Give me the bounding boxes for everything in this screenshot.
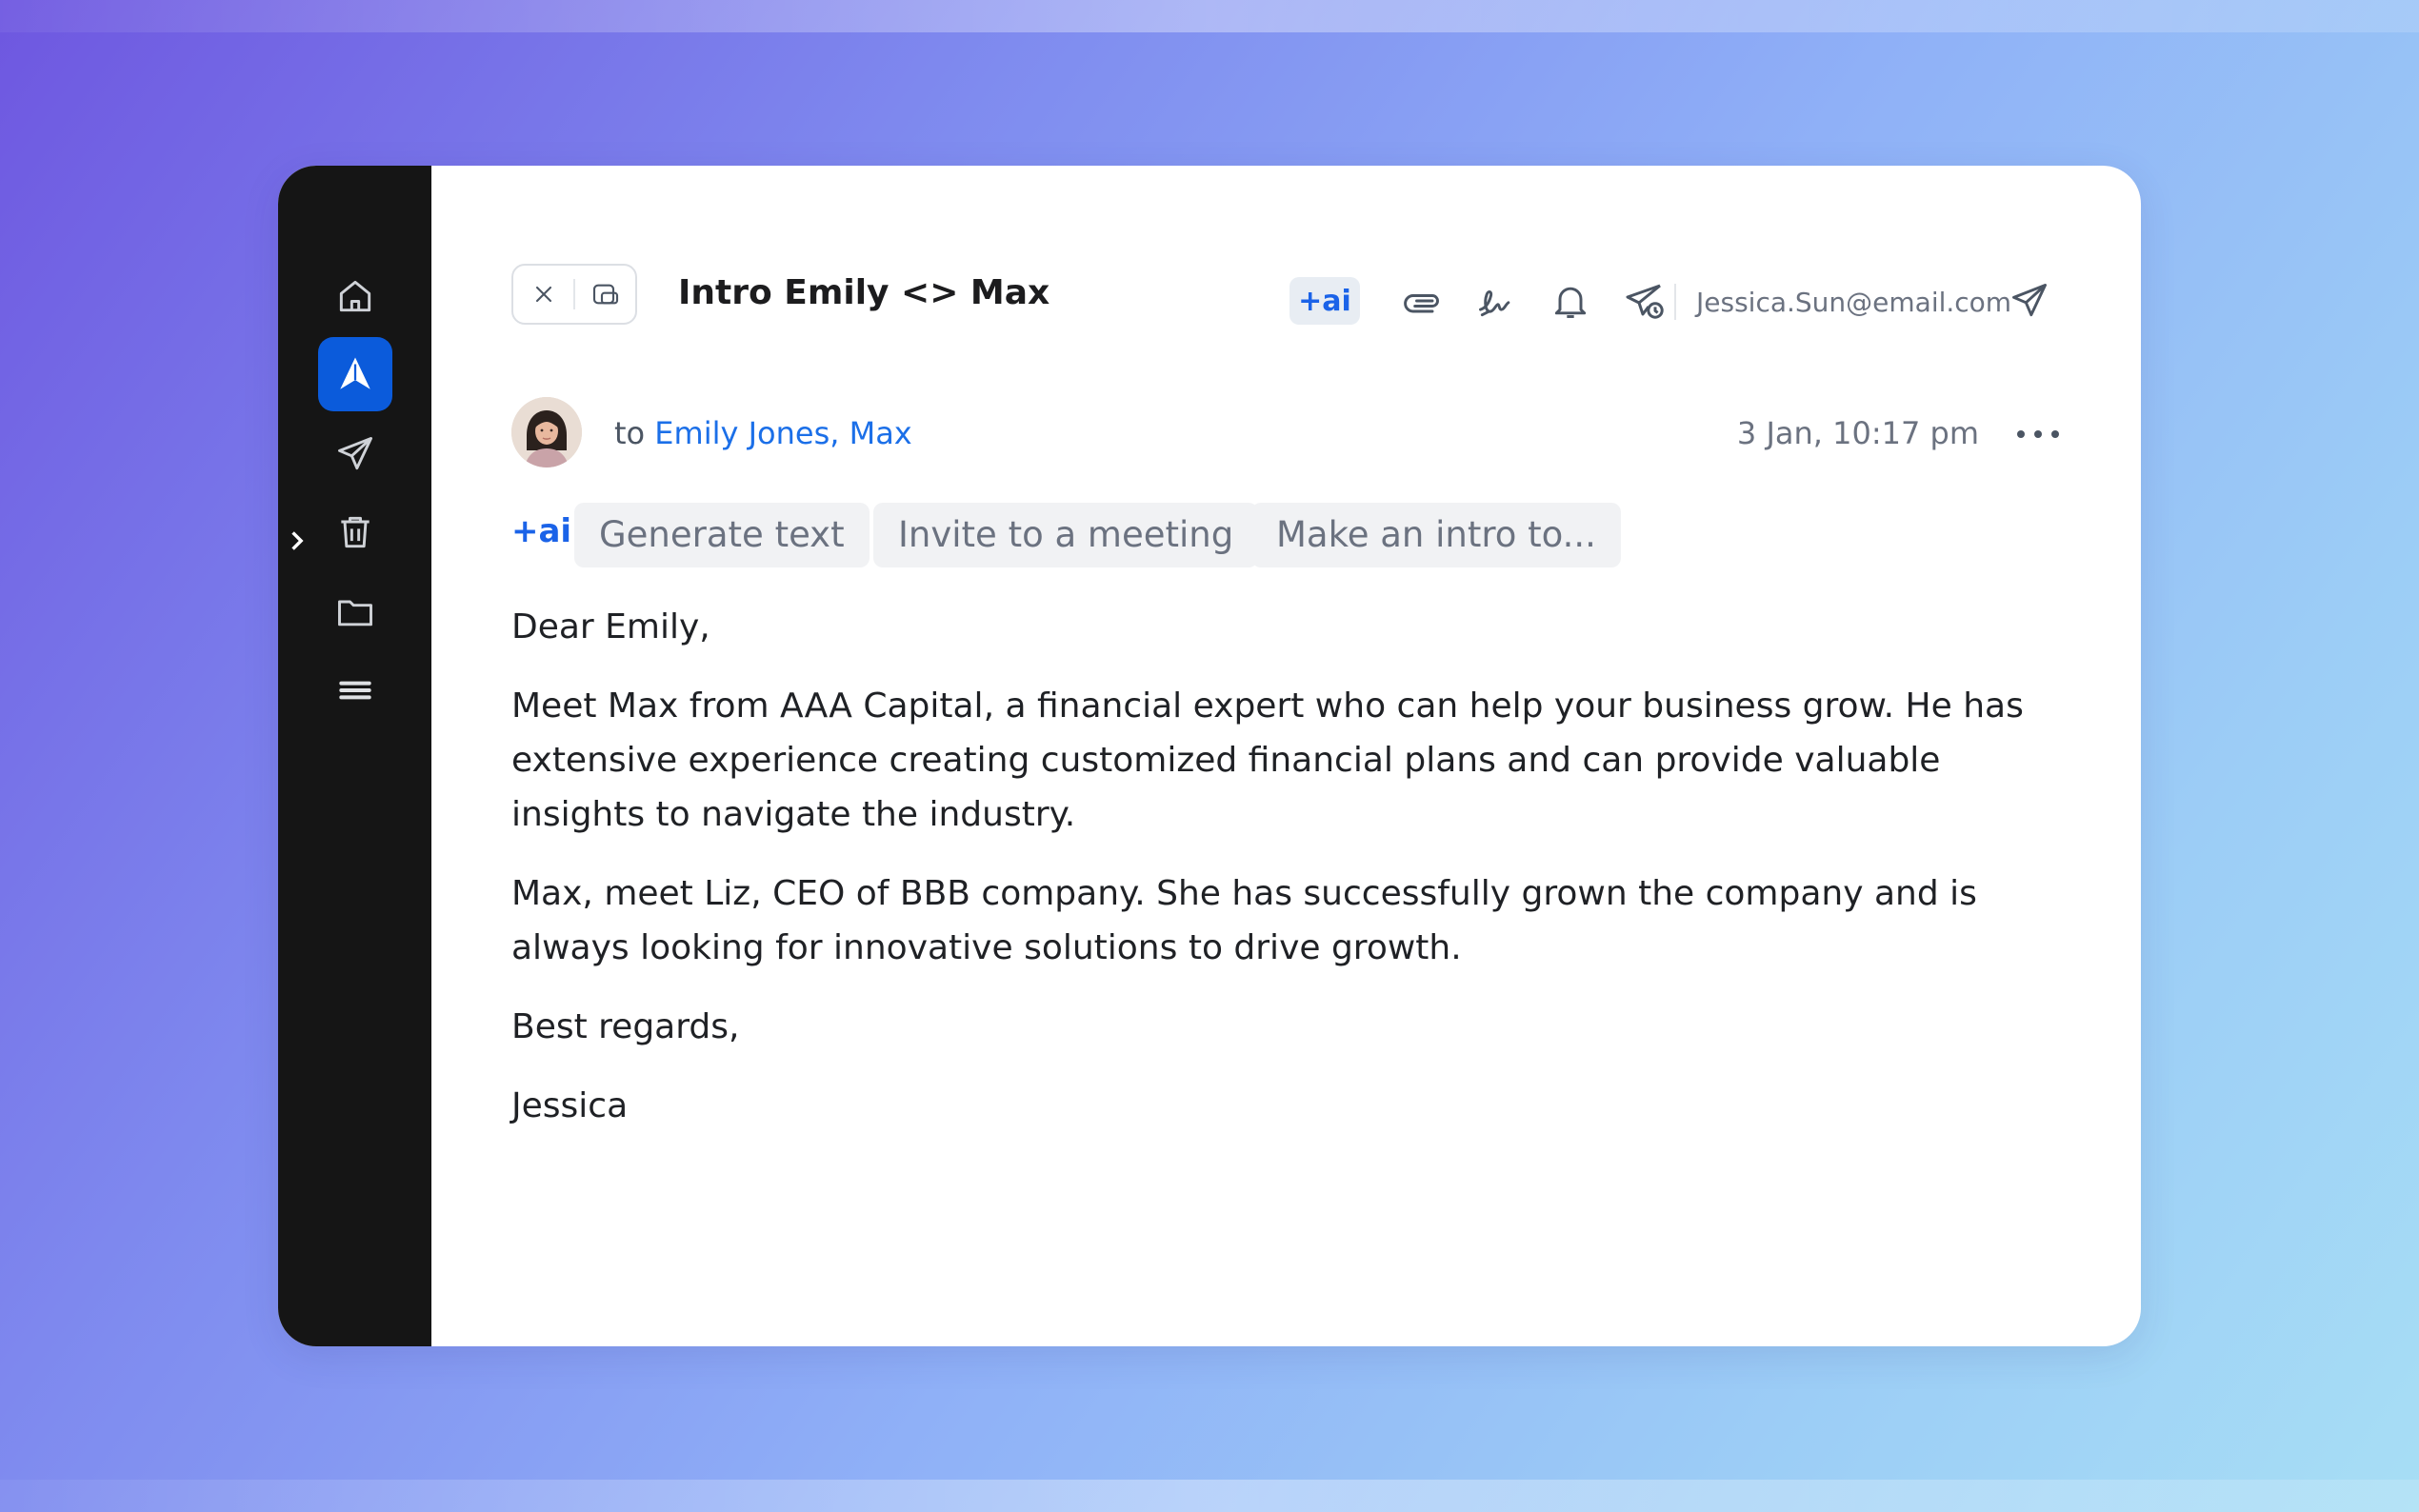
send-later-button[interactable] xyxy=(1620,276,1669,326)
send-icon xyxy=(2012,284,2047,317)
recipients-names[interactable]: Emily Jones, Max xyxy=(654,415,911,451)
folder-icon xyxy=(338,600,372,627)
reminder-button[interactable] xyxy=(1546,276,1595,326)
compose-window: Intro Emily <> Max +ai Jessica.Sun@email… xyxy=(278,166,2141,1346)
sidebar-rail xyxy=(278,166,431,1346)
window-controls xyxy=(511,264,637,325)
sidebar-item-menu[interactable] xyxy=(318,653,392,727)
window-minimize-icon xyxy=(592,284,618,305)
attach-button[interactable] xyxy=(1397,276,1447,326)
background-band-bottom xyxy=(0,1480,2419,1512)
more-dot xyxy=(2017,430,2025,438)
recipients-prefix: to xyxy=(614,415,646,451)
body-closing: Best regards, xyxy=(511,1007,740,1046)
close-button[interactable] xyxy=(513,266,573,323)
minimize-button[interactable] xyxy=(575,266,635,323)
more-dot xyxy=(2034,430,2042,438)
sidebar-item-sent[interactable] xyxy=(318,417,392,491)
background-band-top xyxy=(0,0,2419,32)
body-paragraph: Meet Max from AAA Capital, a financial e… xyxy=(511,686,2024,834)
suggestion-generate-text[interactable]: Generate text xyxy=(574,503,870,567)
send-icon xyxy=(338,437,372,470)
recipients-line: to Emily Jones, Max xyxy=(614,411,912,455)
send-later-icon xyxy=(1626,284,1664,319)
signature-button[interactable] xyxy=(1471,276,1521,326)
signature-icon xyxy=(1479,290,1510,317)
email-timestamp: 3 Jan, 10:17 pm xyxy=(1736,415,1979,451)
suggestion-make-intro[interactable]: Make an intro to... xyxy=(1251,503,1621,567)
email-body[interactable]: Dear Emily, Meet Max from AAA Capital, a… xyxy=(511,600,2054,1158)
more-options-button[interactable] xyxy=(2017,417,2059,451)
sidebar-item-trash[interactable] xyxy=(318,495,392,569)
spark-logo-icon xyxy=(340,357,370,389)
sidebar-item-spark[interactable] xyxy=(318,337,392,411)
trash-icon xyxy=(341,516,370,548)
from-address[interactable]: Jessica.Sun@email.com xyxy=(1696,284,2011,322)
compose-pane: Intro Emily <> Max +ai Jessica.Sun@email… xyxy=(431,166,2141,1346)
ai-suggestions-label: +ai xyxy=(511,512,572,550)
suggestion-invite-meeting[interactable]: Invite to a meeting xyxy=(873,503,1259,567)
more-dot xyxy=(2051,430,2059,438)
body-paragraph: Max, meet Liz, CEO of BBB company. She h… xyxy=(511,874,1977,967)
home-icon xyxy=(339,280,371,312)
body-signature: Jessica xyxy=(511,1086,629,1125)
close-icon xyxy=(535,286,551,303)
ai-assistant-button[interactable]: +ai xyxy=(1289,277,1360,325)
email-subject[interactable]: Intro Emily <> Max xyxy=(678,269,1050,318)
menu-icon xyxy=(339,681,371,700)
toolbar-divider xyxy=(1674,284,1676,320)
sender-avatar xyxy=(511,397,582,468)
sidebar-item-home[interactable] xyxy=(318,259,392,333)
body-greeting: Dear Emily, xyxy=(511,607,710,647)
paperclip-icon xyxy=(1404,294,1439,313)
sidebar-item-folders[interactable] xyxy=(318,575,392,649)
chevron-right-icon xyxy=(291,531,304,550)
bell-icon xyxy=(1554,287,1587,318)
send-button[interactable] xyxy=(2005,276,2054,326)
